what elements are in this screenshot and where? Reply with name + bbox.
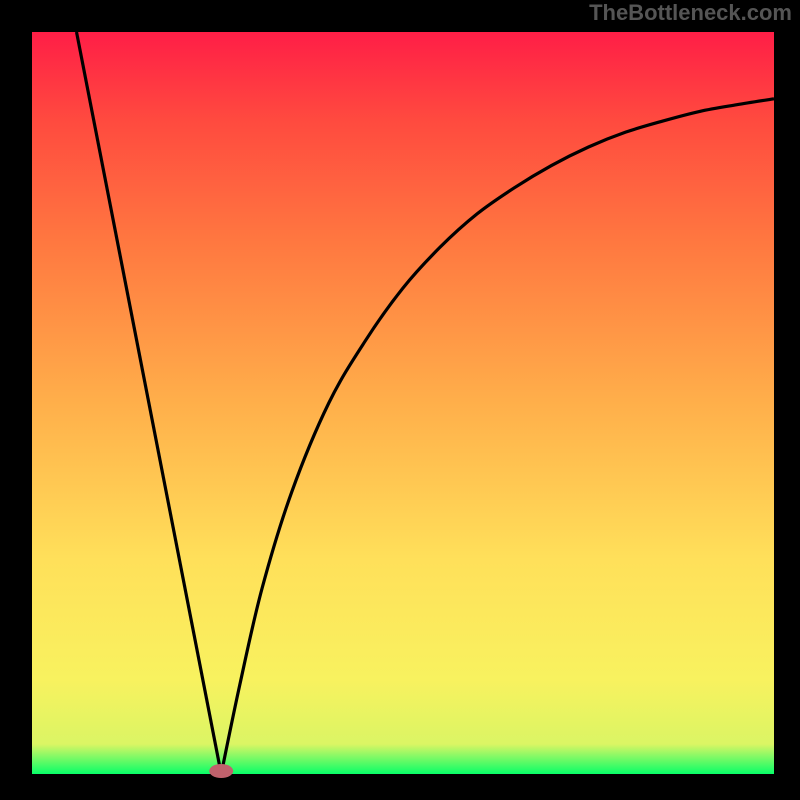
plot-area bbox=[32, 32, 774, 774]
watermark: TheBottleneck.com bbox=[589, 0, 792, 26]
valley-marker bbox=[209, 764, 233, 778]
bottleneck-chart bbox=[0, 0, 800, 800]
